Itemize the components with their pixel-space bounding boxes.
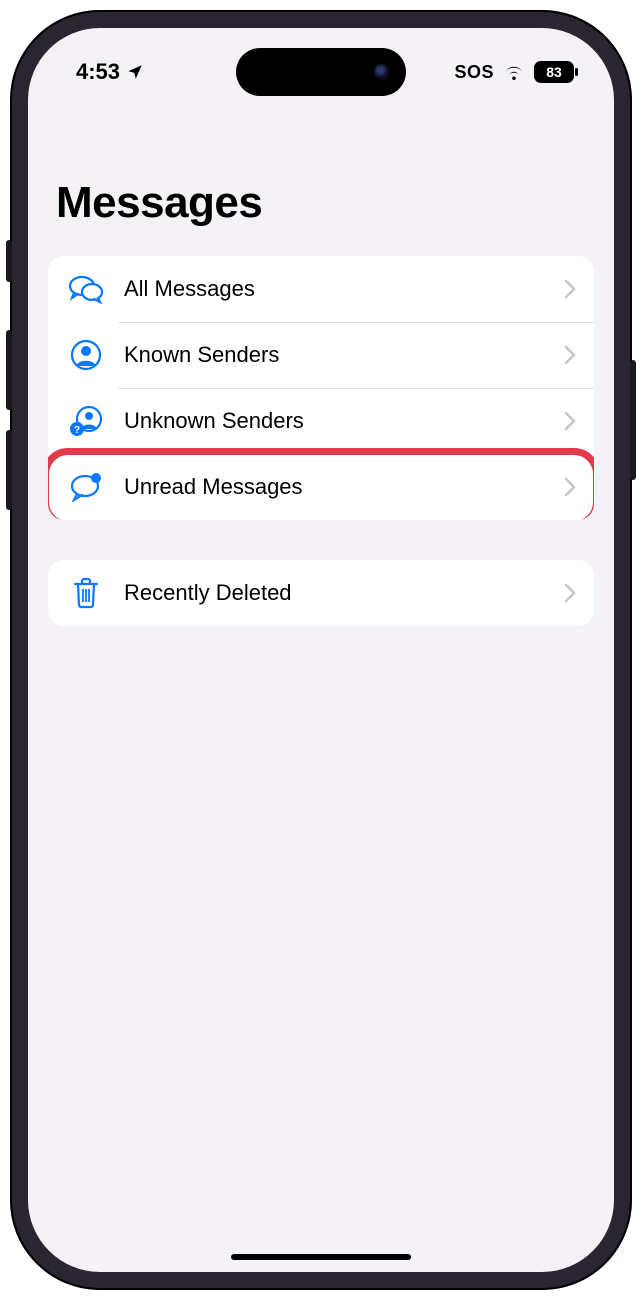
chevron-right-icon: [564, 411, 576, 431]
phone-frame: 4:53 SOS 83 Messages: [10, 10, 632, 1290]
trash-icon: [72, 577, 100, 609]
bubble-dot-icon: [69, 472, 103, 502]
page-title: Messages: [28, 178, 614, 256]
person-question-icon: ?: [69, 405, 103, 437]
chevron-right-icon: [564, 477, 576, 497]
status-time: 4:53: [76, 59, 120, 85]
silent-switch: [6, 240, 12, 282]
filter-unknown-senders[interactable]: ? Unknown Senders: [48, 388, 594, 454]
chat-bubbles-icon: [68, 274, 104, 304]
volume-down-button: [6, 430, 12, 510]
dynamic-island: [236, 48, 406, 96]
content-area: Messages All Messages: [28, 28, 614, 1272]
recently-deleted[interactable]: Recently Deleted: [48, 560, 594, 626]
power-button: [630, 360, 636, 480]
chevron-right-icon: [564, 345, 576, 365]
battery-indicator: 83: [534, 61, 574, 83]
filter-all-messages[interactable]: All Messages: [48, 256, 594, 322]
filter-label: All Messages: [124, 276, 564, 302]
filter-known-senders[interactable]: Known Senders: [48, 322, 594, 388]
trash-group: Recently Deleted: [48, 560, 594, 626]
front-camera: [374, 64, 390, 80]
battery-level: 83: [546, 64, 562, 80]
sos-indicator: SOS: [454, 62, 494, 83]
trash-label: Recently Deleted: [124, 580, 564, 606]
filter-label: Unknown Senders: [124, 408, 564, 434]
volume-up-button: [6, 330, 12, 410]
home-indicator[interactable]: [231, 1254, 411, 1260]
filter-label: Known Senders: [124, 342, 564, 368]
location-icon: [126, 63, 144, 81]
svg-text:?: ?: [74, 425, 80, 436]
filter-label: Unread Messages: [124, 474, 564, 500]
person-circle-icon: [70, 339, 102, 371]
filters-group: All Messages Known Senders: [48, 256, 594, 520]
filter-unread-messages[interactable]: Unread Messages: [48, 454, 594, 520]
chevron-right-icon: [564, 583, 576, 603]
screen: 4:53 SOS 83 Messages: [28, 28, 614, 1272]
chevron-right-icon: [564, 279, 576, 299]
wifi-icon: [502, 62, 526, 82]
